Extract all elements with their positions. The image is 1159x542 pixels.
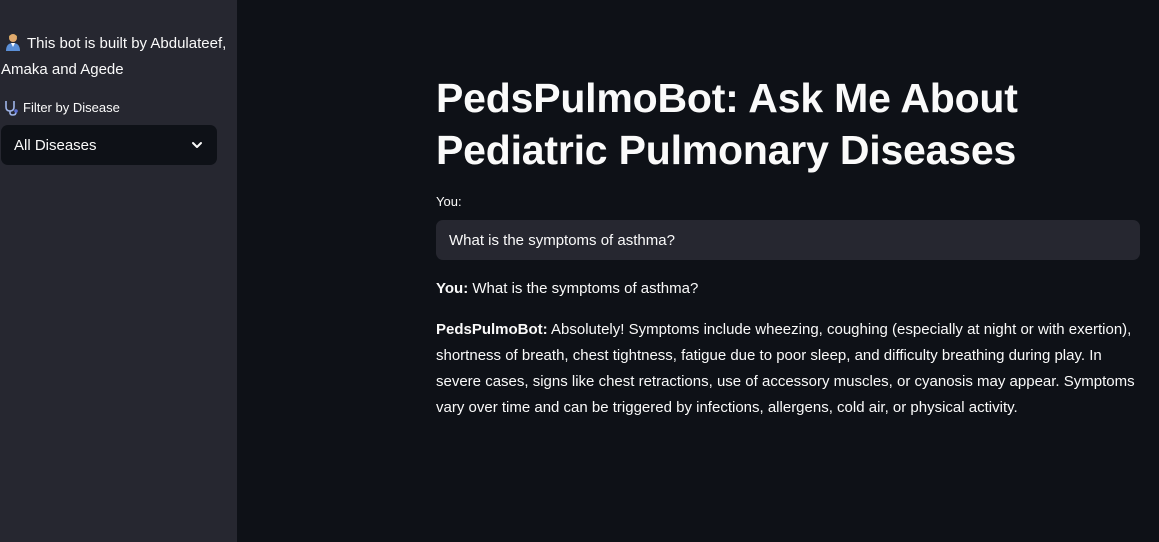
doctor-person-icon (6, 34, 20, 51)
question-input[interactable] (436, 220, 1140, 260)
page-title: PedsPulmoBot: Ask Me About Pediatric Pul… (436, 75, 1018, 173)
bot-speaker-label: PedsPulmoBot: (436, 321, 548, 338)
disease-filter-value: All Diseases (14, 136, 97, 154)
user-message-text: What is the symptoms of asthma? (472, 280, 699, 297)
filter-label-text: Filter by Disease (23, 100, 120, 115)
built-by-note: This bot is built by Abdulateef, Amaka a… (1, 31, 231, 83)
user-message: You: What is the symptoms of asthma? (436, 276, 1148, 302)
main-content: PedsPulmoBot: Ask Me About Pediatric Pul… (237, 0, 1159, 542)
stethoscope-icon (5, 101, 18, 116)
user-speaker-label: You: (436, 280, 469, 297)
built-by-text: This bot is built by Abdulateef, Amaka a… (1, 35, 227, 78)
app-root: This bot is built by Abdulateef, Amaka a… (0, 0, 1159, 542)
sidebar: This bot is built by Abdulateef, Amaka a… (0, 0, 237, 542)
chevron-down-icon[interactable] (190, 138, 204, 152)
filter-label: Filter by Disease (3, 99, 120, 117)
bot-message: PedsPulmoBot: Absolutely! Symptoms inclu… (436, 317, 1148, 421)
disease-filter-select[interactable]: All Diseases (1, 125, 217, 165)
question-input-label: You: (436, 194, 462, 209)
